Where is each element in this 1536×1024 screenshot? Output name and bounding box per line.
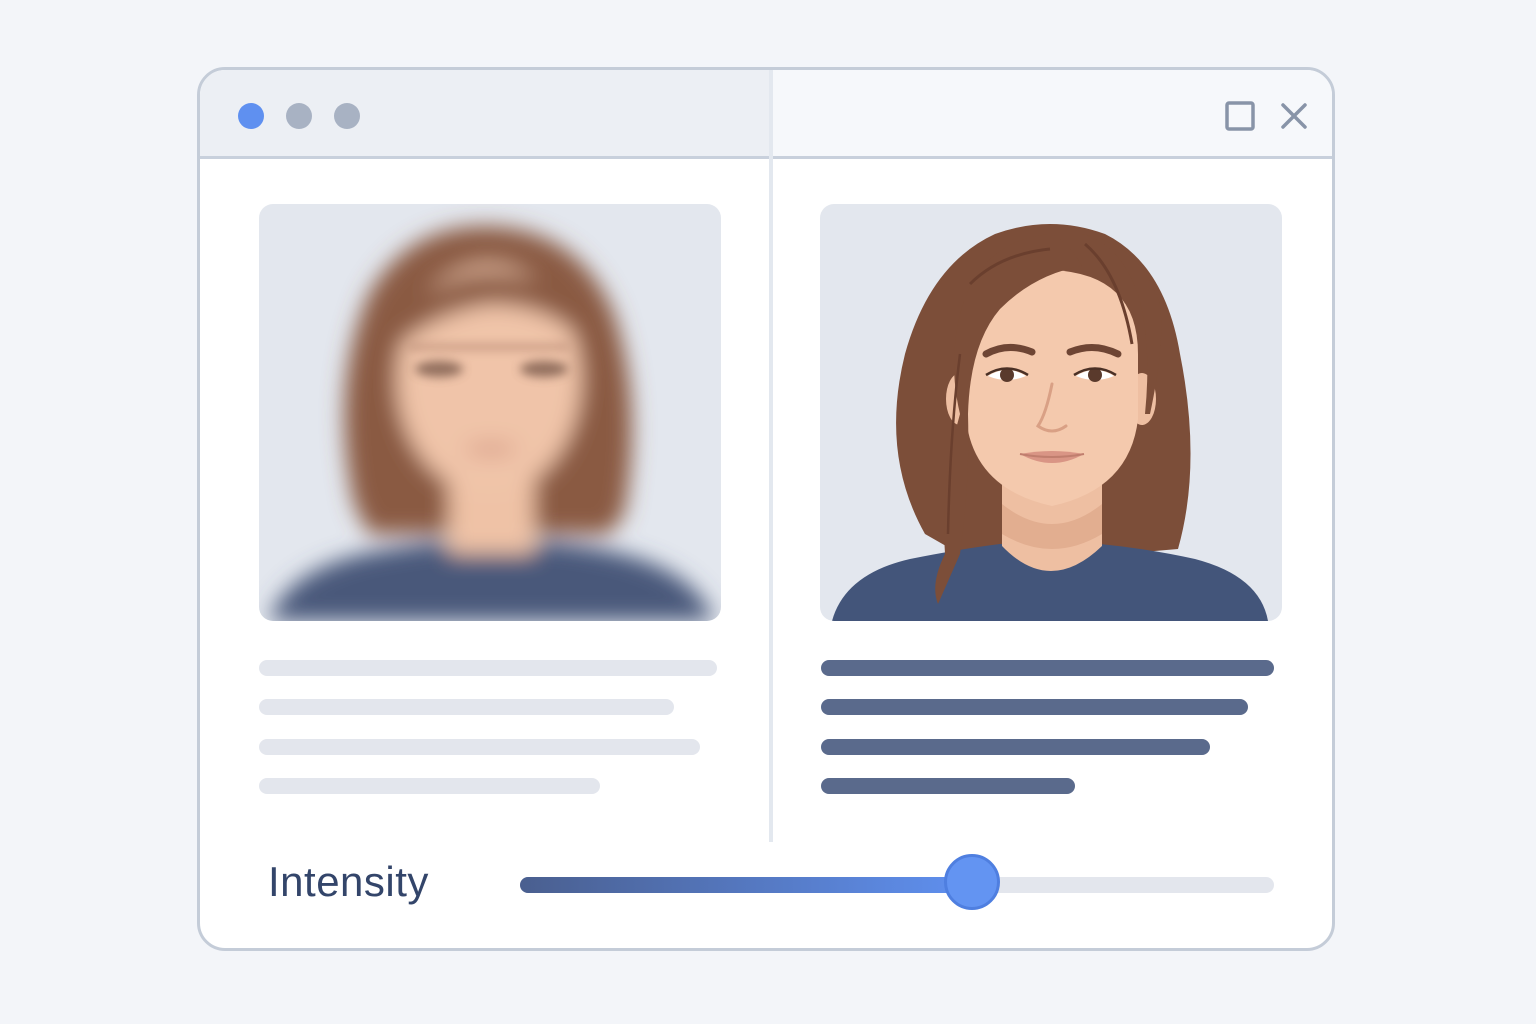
- slider-thumb[interactable]: [944, 854, 1001, 910]
- text-line-placeholder: [259, 778, 600, 794]
- title-bar: [200, 70, 1332, 159]
- panel-divider: [769, 70, 773, 842]
- blurred-portrait: [259, 204, 721, 621]
- window-dot-gray[interactable]: [286, 103, 312, 129]
- text-line-placeholder: [259, 660, 717, 676]
- app-window: Intensity: [197, 67, 1335, 951]
- text-line-placeholder: [821, 739, 1210, 755]
- intensity-slider[interactable]: [520, 854, 1274, 910]
- text-line-placeholder: [259, 699, 674, 715]
- maximize-icon[interactable]: [1222, 98, 1258, 134]
- text-line-placeholder: [821, 699, 1248, 715]
- window-dot-gray[interactable]: [334, 103, 360, 129]
- window-dot-blue[interactable]: [238, 103, 264, 129]
- slider-fill: [520, 877, 973, 893]
- text-line-placeholder: [821, 660, 1274, 676]
- text-line-placeholder: [821, 778, 1075, 794]
- text-line-placeholder: [259, 739, 700, 755]
- sharp-portrait: [820, 204, 1282, 621]
- intensity-label: Intensity: [268, 858, 429, 905]
- close-icon[interactable]: [1276, 98, 1312, 134]
